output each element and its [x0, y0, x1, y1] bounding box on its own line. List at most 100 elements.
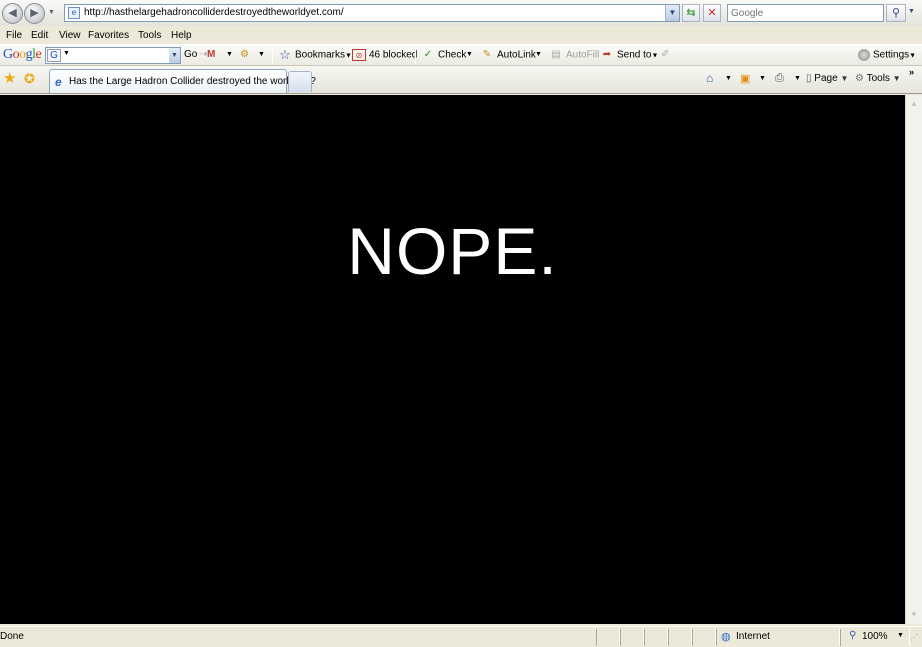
menu-help[interactable]: Help [171, 30, 192, 41]
scroll-down-icon[interactable]: ▼ [908, 609, 920, 621]
sendto-dropdown-icon: ▼ [651, 52, 659, 60]
star-outline-icon: ☆ [279, 47, 291, 62]
zoom-icon: ⚲ [849, 630, 857, 641]
status-bar: Done ◍ Internet ⚲ 100% ▼ ⋰ [0, 626, 922, 647]
gmail-dropdown-icon[interactable]: ▼ [226, 51, 233, 58]
search-button[interactable]: ⚲ [886, 4, 906, 22]
check-dropdown-icon[interactable]: ▼ [466, 51, 473, 58]
page-label: Page [814, 73, 838, 84]
status-pane [620, 629, 644, 646]
tools-label: Tools [866, 73, 890, 84]
zoom-dropdown-icon: ▼ [897, 632, 904, 639]
popup-blocker-button[interactable]: ⊘ 46 blocked [352, 49, 417, 61]
ie-page-icon: e [55, 75, 62, 89]
google-logo-letter: e [35, 47, 42, 62]
status-text: Done [0, 631, 24, 642]
print-icon[interactable]: ⎙ [775, 72, 784, 85]
blocked-icon: ⊘ [352, 49, 366, 61]
status-pane [668, 629, 692, 646]
popup-icon[interactable]: ⚙ [240, 49, 249, 60]
resize-grip-icon[interactable]: ⋰ [910, 633, 918, 642]
home-dropdown-icon[interactable]: ▼ [725, 75, 732, 82]
search-options-dropdown-icon[interactable]: ▼ [908, 8, 915, 15]
toolbar-separator [415, 48, 416, 64]
print-dropdown-icon[interactable]: ▼ [794, 75, 801, 82]
google-options-dropdown-icon[interactable]: ▼ [63, 50, 70, 57]
new-tab-button[interactable] [288, 71, 312, 92]
sendto-icon: ➦ [602, 49, 612, 60]
tab-bar: ★ ✪ e Has the Large Hadron Collider dest… [0, 66, 922, 94]
recent-pages-dropdown-icon[interactable]: ▼ [48, 9, 55, 16]
security-zone-pane[interactable]: ◍ Internet [716, 629, 840, 646]
home-icon[interactable]: ⌂ [706, 71, 713, 85]
tab-active[interactable]: e Has the Large Hadron Collider destroye… [49, 69, 316, 93]
page-icon: ▯ [806, 73, 812, 84]
autofill-icon: ▤ [551, 49, 561, 60]
check-label: Check [438, 49, 467, 61]
google-go-button[interactable]: Go [184, 49, 197, 60]
toolbar-overflow-icon[interactable]: » [909, 67, 914, 77]
status-pane [692, 629, 716, 646]
status-pane [596, 629, 620, 646]
forward-button[interactable]: ▶ [24, 3, 45, 24]
stop-icon: ✕ [707, 7, 717, 19]
refresh-icon: ⇆ [686, 7, 696, 19]
rss-feed-icon[interactable]: ▣ [740, 72, 750, 85]
zone-label: Internet [736, 631, 770, 642]
refresh-button[interactable]: ⇆ [682, 4, 700, 22]
spellcheck-icon: ✓ [423, 49, 433, 60]
page-headline: NOPE. [347, 214, 558, 288]
url-field[interactable]: e http://hasthelargehadroncolliderdestro… [64, 4, 680, 22]
sendto-button[interactable]: ➦ Send to▼ [600, 49, 659, 61]
favorites-center-icon[interactable]: ★ [3, 71, 16, 86]
bookmarks-dropdown-icon: ▼ [345, 52, 352, 60]
settings-gear-icon [858, 49, 870, 61]
add-to-favorites-icon[interactable]: ✪ [24, 71, 35, 86]
autofill-button[interactable]: ▤ AutoFill [549, 49, 599, 61]
url-text[interactable]: http://hasthelargehadroncolliderdestroye… [84, 7, 344, 18]
back-button[interactable]: ◀ [2, 3, 23, 24]
search-input[interactable] [728, 5, 878, 21]
google-toolbar: Google G ▼ ▼ Go ⇢ M ▼ ⚙ ▼ ☆ Bookmarks▼ ⊘ 4… [0, 44, 922, 66]
zoom-pane[interactable]: ⚲ 100% ▼ [840, 629, 910, 646]
search-box[interactable] [727, 4, 884, 22]
google-search-field[interactable]: G ▼ ▼ [45, 47, 181, 64]
bookmarks-label: Bookmarks [295, 49, 346, 61]
feed-dropdown-icon[interactable]: ▼ [759, 75, 766, 82]
google-g-icon[interactable]: G [47, 49, 61, 62]
menu-file[interactable]: File [6, 30, 22, 41]
zoom-level: 100% [862, 631, 888, 642]
spellcheck-button[interactable]: ✓ Check [421, 49, 467, 61]
settings-dropdown-icon: ▼ [909, 52, 917, 60]
url-dropdown-icon[interactable]: ▼ [665, 5, 679, 21]
autolink-label: AutoLink [497, 49, 536, 61]
sendto-label: Send to [617, 49, 652, 61]
menu-tools[interactable]: Tools [138, 30, 161, 41]
autolink-button[interactable]: ✎ AutoLink [480, 49, 536, 61]
tools-gear-icon: ⚙ [855, 73, 864, 84]
autofill-label: AutoFill [566, 49, 600, 61]
menu-edit[interactable]: Edit [31, 30, 48, 41]
highlighter-icon[interactable]: ✐ [661, 49, 669, 60]
bookmarks-button[interactable]: ☆ Bookmarks▼ [278, 47, 352, 62]
google-logo[interactable]: Google [3, 47, 42, 63]
menu-bar: File Edit View Favorites Tools Help [0, 28, 922, 44]
settings-button[interactable]: Settings▼ [858, 49, 916, 61]
popup-dropdown-icon[interactable]: ▼ [258, 51, 265, 58]
page-menu-button[interactable]: ▯ Page ▼ [806, 73, 848, 84]
menu-view[interactable]: View [59, 30, 81, 41]
tools-dropdown-icon: ▼ [892, 74, 901, 83]
blocked-label: 46 blocked [369, 49, 418, 61]
vertical-scrollbar[interactable]: ▲ ▼ [905, 95, 922, 624]
magnifier-icon: ⚲ [891, 7, 901, 19]
scroll-up-icon[interactable]: ▲ [908, 98, 920, 110]
autolink-dropdown-icon[interactable]: ▼ [535, 51, 542, 58]
autolink-icon: ✎ [482, 49, 492, 60]
google-history-dropdown-icon[interactable]: ▼ [169, 48, 180, 63]
tools-menu-button[interactable]: ⚙ Tools ▼ [855, 73, 901, 84]
stop-button[interactable]: ✕ [703, 4, 721, 22]
menu-favorites[interactable]: Favorites [88, 30, 129, 41]
toolbar-separator [272, 48, 273, 64]
page-favicon-icon: e [68, 7, 80, 19]
gmail-icon[interactable]: M [207, 49, 215, 60]
